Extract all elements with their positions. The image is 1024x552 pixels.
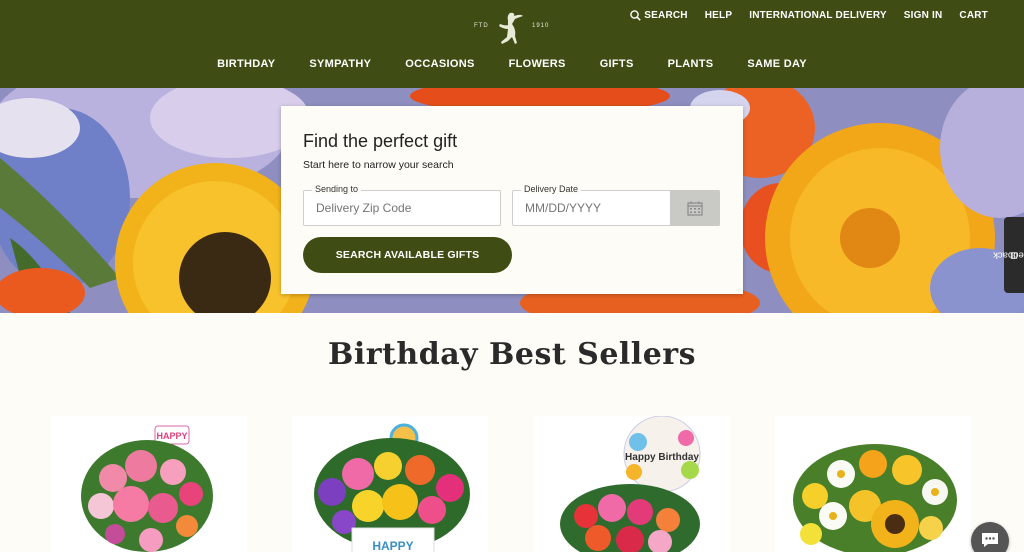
feedback-text: Feedback [993,249,1024,261]
chat-button[interactable] [971,522,1009,552]
date-field: Delivery Date [512,184,720,226]
util-cart-link[interactable]: CART [959,10,988,21]
calendar-button[interactable] [670,190,720,226]
best-sellers-title: Birthday Best Sellers [328,337,696,372]
feedback-tab[interactable]: ⊡ Feedback [993,217,1024,293]
zip-field-label: Sending to [312,184,362,194]
search-card-subtitle: Start here to narrow your search [303,159,454,171]
product-mug-text: HAPPY [372,539,413,552]
site-header: FTD 1910 SEARCH HELP INTERNATIONAL DELIV… [0,0,1024,88]
gift-search-card: Find the perfect gift Start here to narr… [281,106,743,294]
util-search-link[interactable]: SEARCH [630,10,688,21]
nav-occasions[interactable]: OCCASIONS [405,58,474,70]
birthday-balloon: Happy Birthday [623,416,701,493]
zip-field: Sending to [303,184,501,226]
utility-nav: SEARCH HELP INTERNATIONAL DELIVERY SIGN … [630,10,988,21]
nav-plants[interactable]: PLANTS [668,58,714,70]
nav-gifts[interactable]: GIFTS [600,58,634,70]
date-field-label: Delivery Date [521,184,582,194]
calendar-icon [687,201,703,216]
search-icon [630,10,642,21]
search-card-title: Find the perfect gift [303,131,458,151]
main-nav: BIRTHDAY SYMPATHY OCCASIONS FLOWERS GIFT… [0,58,1024,70]
chat-icon [982,533,998,547]
nav-flowers[interactable]: FLOWERS [509,58,566,70]
product-card-sunflower-daisy-bouquet[interactable] [775,416,971,552]
product-image-bright-bouquet: HAPPY [292,416,488,552]
util-international-link[interactable]: INTERNATIONAL DELIVERY [749,10,887,21]
product-image-sunflower-daisy [775,416,971,552]
balloon-text: Happy Birthday [625,452,699,463]
util-signin-link[interactable]: SIGN IN [904,10,943,21]
product-card-happy-birthday-balloon-bouquet[interactable]: Happy Birthday [534,416,730,552]
date-input[interactable] [513,191,671,225]
site-logo[interactable]: FTD 1910 [468,8,552,48]
logo-text-right: 1910 [532,23,550,29]
nav-birthday[interactable]: BIRTHDAY [217,58,275,70]
product-card-pink-lily-birthday-bouquet[interactable]: HAPPY [51,416,247,552]
product-image-pink-lily: HAPPY [51,416,247,552]
product-pick-text: HAPPY [156,431,187,441]
product-image-balloon-bouquet: Happy Birthday [534,416,730,552]
logo-text-left: FTD [474,23,489,29]
util-search-label: SEARCH [644,10,688,21]
nav-sympathy[interactable]: SYMPATHY [309,58,371,70]
product-card-bright-birthday-bouquet[interactable]: HAPPY [292,416,488,552]
search-available-gifts-button[interactable]: SEARCH AVAILABLE GIFTS [303,237,512,273]
mercury-man-logo-icon [499,12,523,45]
nav-same-day[interactable]: SAME DAY [747,58,806,70]
util-help-link[interactable]: HELP [705,10,732,21]
zip-input[interactable] [304,191,500,225]
